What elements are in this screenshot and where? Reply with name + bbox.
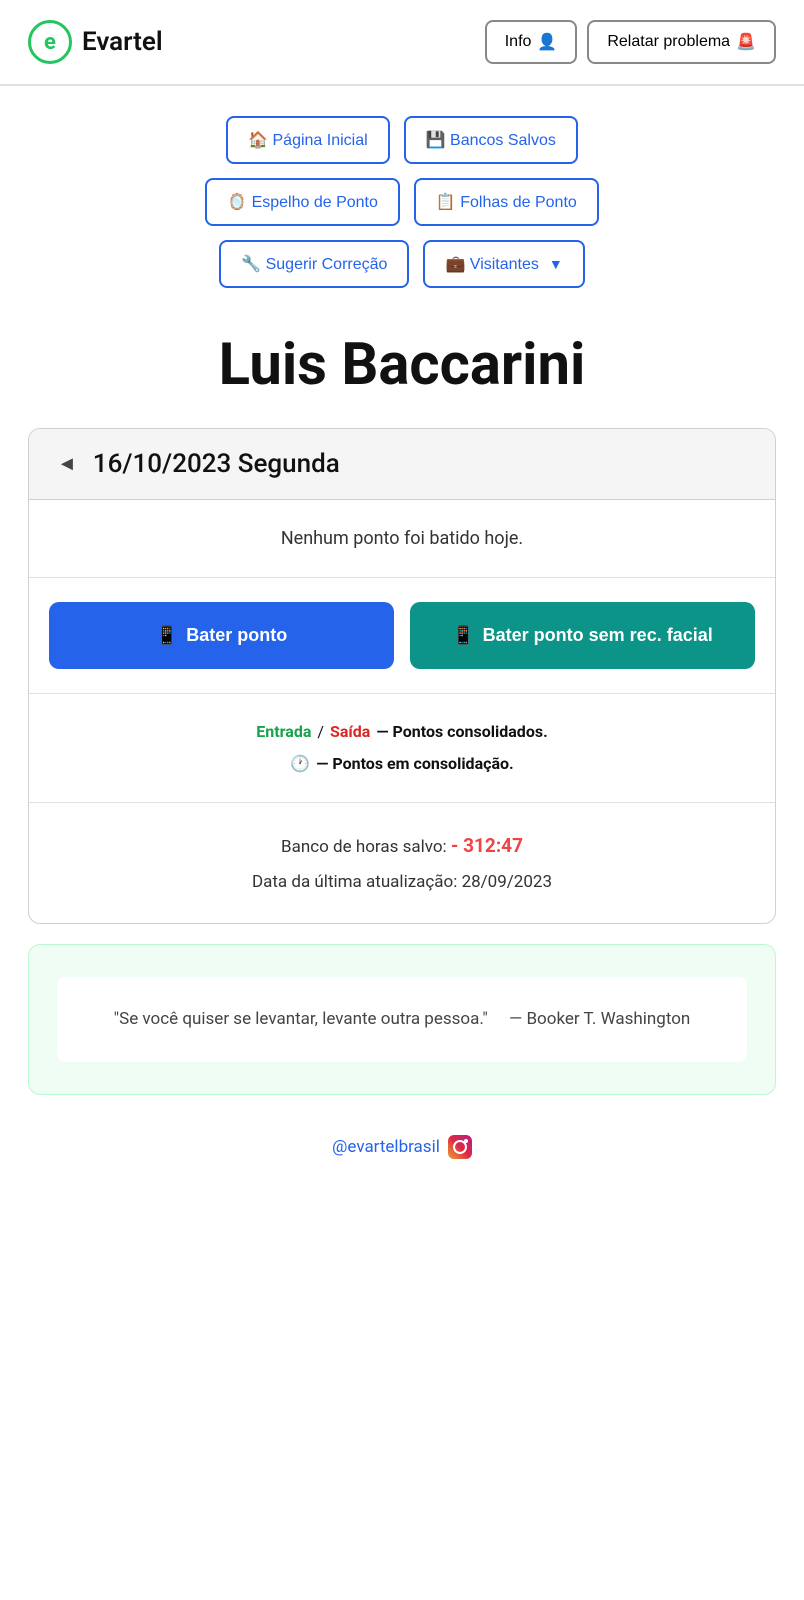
user-name: Luis Baccarini	[0, 298, 804, 418]
visitantes-button[interactable]: 💼 Visitantes ▼	[423, 240, 584, 288]
espelho-de-ponto-button[interactable]: 🪞 Espelho de Ponto	[205, 178, 400, 226]
quote-card: "Se você quiser se levantar, levante out…	[28, 944, 776, 1095]
legend-consolidating-text: — Pontos em consolidação.	[316, 748, 513, 780]
banco-horas-row: Banco de horas salvo: - 312:47	[49, 827, 755, 865]
chevron-down-icon: ▼	[549, 256, 563, 272]
bater-ponto-icon: 📱	[156, 625, 178, 646]
no-punch-message: Nenhum ponto foi batido hoje.	[29, 500, 775, 578]
legend-slash: /	[317, 716, 324, 748]
header-buttons: Info 👤 Relatar problema 🚨	[485, 20, 776, 64]
ultima-atualizacao-row: Data da última atualização: 28/09/2023	[49, 865, 755, 899]
instagram-link[interactable]: @evartelbrasil	[20, 1135, 784, 1159]
date-bar: ◄ 16/10/2023 Segunda	[29, 429, 775, 500]
ultima-atualizacao-value: 28/09/2023	[462, 872, 552, 892]
header: e Evartel Info 👤 Relatar problema 🚨	[0, 0, 804, 86]
nav-row-2: 🪞 Espelho de Ponto 📋 Folhas de Ponto	[205, 178, 599, 226]
nav-row-3: 🔧 Sugerir Correção 💼 Visitantes ▼	[219, 240, 585, 288]
logo-icon: e	[28, 20, 72, 64]
info-button[interactable]: Info 👤	[485, 20, 578, 64]
info-label: Info	[505, 33, 532, 51]
main-card: ◄ 16/10/2023 Segunda Nenhum ponto foi ba…	[28, 428, 776, 924]
legend-consolidated-text: — Pontos consolidados.	[376, 716, 547, 748]
bater-ponto-label: Bater ponto	[186, 625, 287, 646]
nav-row-1: 🏠 Página Inicial 💾 Bancos Salvos	[226, 116, 578, 164]
banco-horas-value: - 312:47	[451, 834, 523, 857]
folhas-de-ponto-button[interactable]: 📋 Folhas de Ponto	[414, 178, 599, 226]
legend-entrada: Entrada	[256, 716, 311, 748]
sugerir-correcao-button[interactable]: 🔧 Sugerir Correção	[219, 240, 409, 288]
logo: e Evartel	[28, 20, 163, 64]
pagina-inicial-button[interactable]: 🏠 Página Inicial	[226, 116, 390, 164]
ultima-atualizacao-label: Data da última atualização:	[252, 872, 457, 892]
legend-consolidated-line: Entrada / Saída — Pontos consolidados.	[49, 716, 755, 748]
footer: @evartelbrasil	[0, 1115, 804, 1179]
legend-saida: Saída	[330, 716, 370, 748]
banco-horas-label: Banco de horas salvo:	[281, 837, 447, 857]
action-buttons: 📱 Bater ponto 📱 Bater ponto sem rec. fac…	[29, 578, 775, 694]
info-emoji-icon: 👤	[537, 32, 557, 52]
nav-section: 🏠 Página Inicial 💾 Bancos Salvos 🪞 Espel…	[0, 86, 804, 298]
report-emoji-icon: 🚨	[736, 32, 756, 52]
clock-icon: 🕐	[290, 748, 310, 780]
bater-ponto-facial-icon: 📱	[452, 624, 474, 647]
bater-ponto-button[interactable]: 📱 Bater ponto	[49, 602, 394, 669]
instagram-handle: @evartelbrasil	[332, 1137, 440, 1157]
bank-info: Banco de horas salvo: - 312:47 Data da ú…	[29, 803, 775, 923]
quote-inner: "Se você quiser se levantar, levante out…	[57, 977, 747, 1062]
legend: Entrada / Saída — Pontos consolidados. 🕐…	[29, 694, 775, 803]
current-date: 16/10/2023 Segunda	[93, 449, 340, 479]
quote-text: "Se você quiser se levantar, levante out…	[114, 1009, 488, 1029]
quote-author: — Booker T. Washington	[509, 1009, 690, 1029]
logo-name: Evartel	[82, 27, 163, 57]
report-problem-button[interactable]: Relatar problema 🚨	[587, 20, 776, 64]
instagram-icon	[448, 1135, 472, 1159]
bater-ponto-facial-button[interactable]: 📱 Bater ponto sem rec. facial	[410, 602, 755, 669]
legend-consolidating-line: 🕐 — Pontos em consolidação.	[49, 748, 755, 780]
bancos-salvos-button[interactable]: 💾 Bancos Salvos	[404, 116, 578, 164]
prev-date-button[interactable]: ◄	[57, 451, 77, 476]
report-label: Relatar problema	[607, 33, 730, 51]
bater-ponto-facial-label: Bater ponto sem rec. facial	[483, 624, 713, 647]
